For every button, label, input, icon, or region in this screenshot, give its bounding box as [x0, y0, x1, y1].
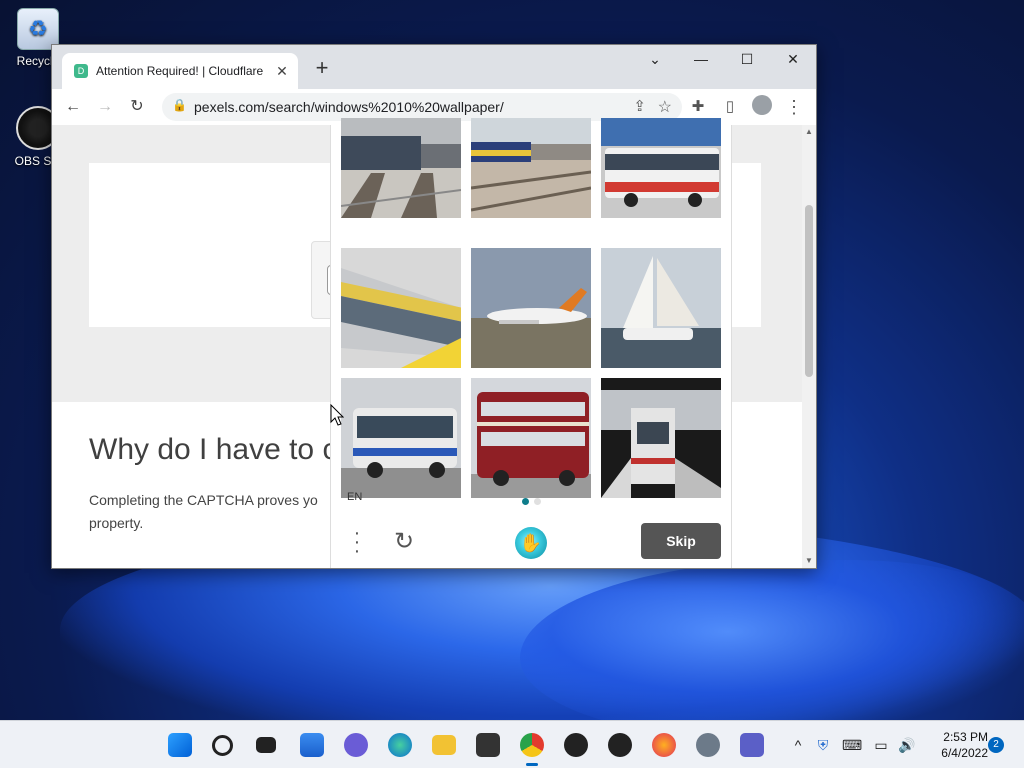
train-station-image: [471, 118, 591, 218]
bookmark-star-icon[interactable]: ☆: [658, 97, 672, 117]
page-indicator-inactive: [534, 498, 541, 505]
skip-button[interactable]: Skip: [641, 523, 721, 559]
obs-icon[interactable]: [564, 733, 588, 757]
file-explorer-icon[interactable]: [432, 735, 456, 755]
tab-cloudflare[interactable]: D Attention Required! | Cloudflare ✕: [62, 53, 298, 89]
sailboat-image: [601, 248, 721, 368]
captcha-refresh-icon[interactable]: ↻: [391, 529, 417, 555]
profile-avatar-icon[interactable]: [752, 95, 772, 115]
captcha-tile-train-tracks[interactable]: [341, 118, 461, 238]
system-clock[interactable]: 2:53 PM 6/4/2022: [924, 729, 988, 761]
page-scrollbar[interactable]: ▲ ▼: [802, 125, 816, 568]
captcha-tile-train-platform[interactable]: [601, 378, 721, 498]
security-shield-icon[interactable]: ⛨: [814, 735, 832, 755]
show-hidden-icons-chevron-icon[interactable]: ^: [790, 735, 806, 755]
task-view-icon[interactable]: [256, 737, 276, 753]
blue-bus-image: [341, 378, 461, 498]
settings-gear-icon[interactable]: [696, 733, 720, 757]
volume-icon[interactable]: 🔊: [896, 735, 918, 755]
tab-search-button[interactable]: ⌄: [632, 45, 678, 75]
tab-title: Attention Required! | Cloudflare: [96, 64, 264, 78]
edge-icon[interactable]: [388, 733, 412, 757]
train-platform-image: [601, 378, 721, 498]
extensions-icon[interactable]: ✚: [686, 95, 710, 119]
back-icon[interactable]: ←: [60, 95, 86, 119]
forward-icon[interactable]: →: [92, 95, 118, 119]
menu-icon[interactable]: ⋮: [782, 95, 806, 119]
search-icon[interactable]: [212, 735, 233, 756]
address-bar[interactable]: 🔒 pexels.com/search/windows%2010%20wallp…: [162, 93, 682, 121]
clock-time: 2:53 PM: [943, 730, 988, 744]
keyboard-icon[interactable]: ⌨: [842, 735, 862, 755]
minimize-button[interactable]: —: [678, 45, 724, 75]
clock-date: 6/4/2022: [941, 746, 988, 760]
lock-icon: 🔒: [172, 98, 187, 112]
mouse-cursor-icon: [330, 404, 344, 426]
obs-icon-secondary[interactable]: [608, 733, 632, 757]
airplane-image: [471, 248, 591, 368]
notification-badge[interactable]: 2: [988, 737, 1004, 753]
widgets-icon[interactable]: [300, 733, 324, 757]
language-selector[interactable]: EN: [347, 491, 362, 503]
page-indicator-active: [522, 498, 529, 505]
title-bar: D Attention Required! | Cloudflare ✕ + ⌄…: [52, 45, 816, 89]
firefox-icon[interactable]: [652, 733, 676, 757]
start-button-icon[interactable]: [168, 733, 192, 757]
page-body-text: Completing the CAPTCHA proves yo propert…: [89, 492, 318, 531]
yellow-train-image: [341, 248, 461, 368]
captcha-tile-double-decker-bus[interactable]: [471, 378, 591, 498]
captcha-tile-airplane[interactable]: [471, 248, 591, 368]
chrome-icon[interactable]: [520, 733, 544, 757]
active-app-indicator: [526, 763, 538, 766]
captcha-tile-yellow-train[interactable]: [341, 248, 461, 368]
side-panel-icon[interactable]: ▯: [718, 95, 742, 119]
new-tab-button[interactable]: +: [310, 57, 334, 81]
maximize-button[interactable]: ☐: [724, 45, 770, 75]
captcha-tile-sailboat[interactable]: [601, 248, 721, 368]
teams-icon[interactable]: [740, 733, 764, 757]
browser-window: D Attention Required! | Cloudflare ✕ + ⌄…: [51, 44, 817, 569]
double-decker-bus-image: [471, 378, 591, 498]
captcha-tile-blue-bus[interactable]: [341, 378, 461, 498]
scroll-down-icon[interactable]: ▼: [802, 554, 816, 568]
chat-icon[interactable]: [344, 733, 368, 757]
taskbar: ^ ⛨ ⌨ ▭ 🔊 2:53 PM 6/4/2022 2: [0, 720, 1024, 768]
close-window-button[interactable]: ✕: [770, 45, 816, 75]
store-icon[interactable]: [476, 733, 500, 757]
captcha-tile-red-white-bus[interactable]: [601, 118, 721, 238]
captcha-menu-icon[interactable]: · · ·: [349, 523, 365, 561]
train-tracks-image: [341, 118, 461, 218]
scroll-thumb[interactable]: [805, 205, 813, 377]
url-text: pexels.com/search/windows%2010%20wallpap…: [194, 99, 504, 115]
favicon-icon: D: [74, 64, 88, 78]
reload-icon[interactable]: ↻: [124, 95, 150, 119]
tab-close-icon[interactable]: ✕: [272, 63, 292, 80]
network-icon[interactable]: ▭: [872, 735, 890, 755]
captcha-challenge-panel: EN · · · ↻ ✋ Skip: [330, 118, 732, 568]
page-heading: Why do I have to c: [89, 433, 338, 466]
scroll-up-icon[interactable]: ▲: [802, 125, 816, 139]
share-icon[interactable]: ⇪: [633, 97, 646, 115]
captcha-tile-train-station[interactable]: [471, 118, 591, 238]
red-white-bus-image: [601, 118, 721, 218]
hcaptcha-logo-icon: ✋: [515, 527, 547, 559]
